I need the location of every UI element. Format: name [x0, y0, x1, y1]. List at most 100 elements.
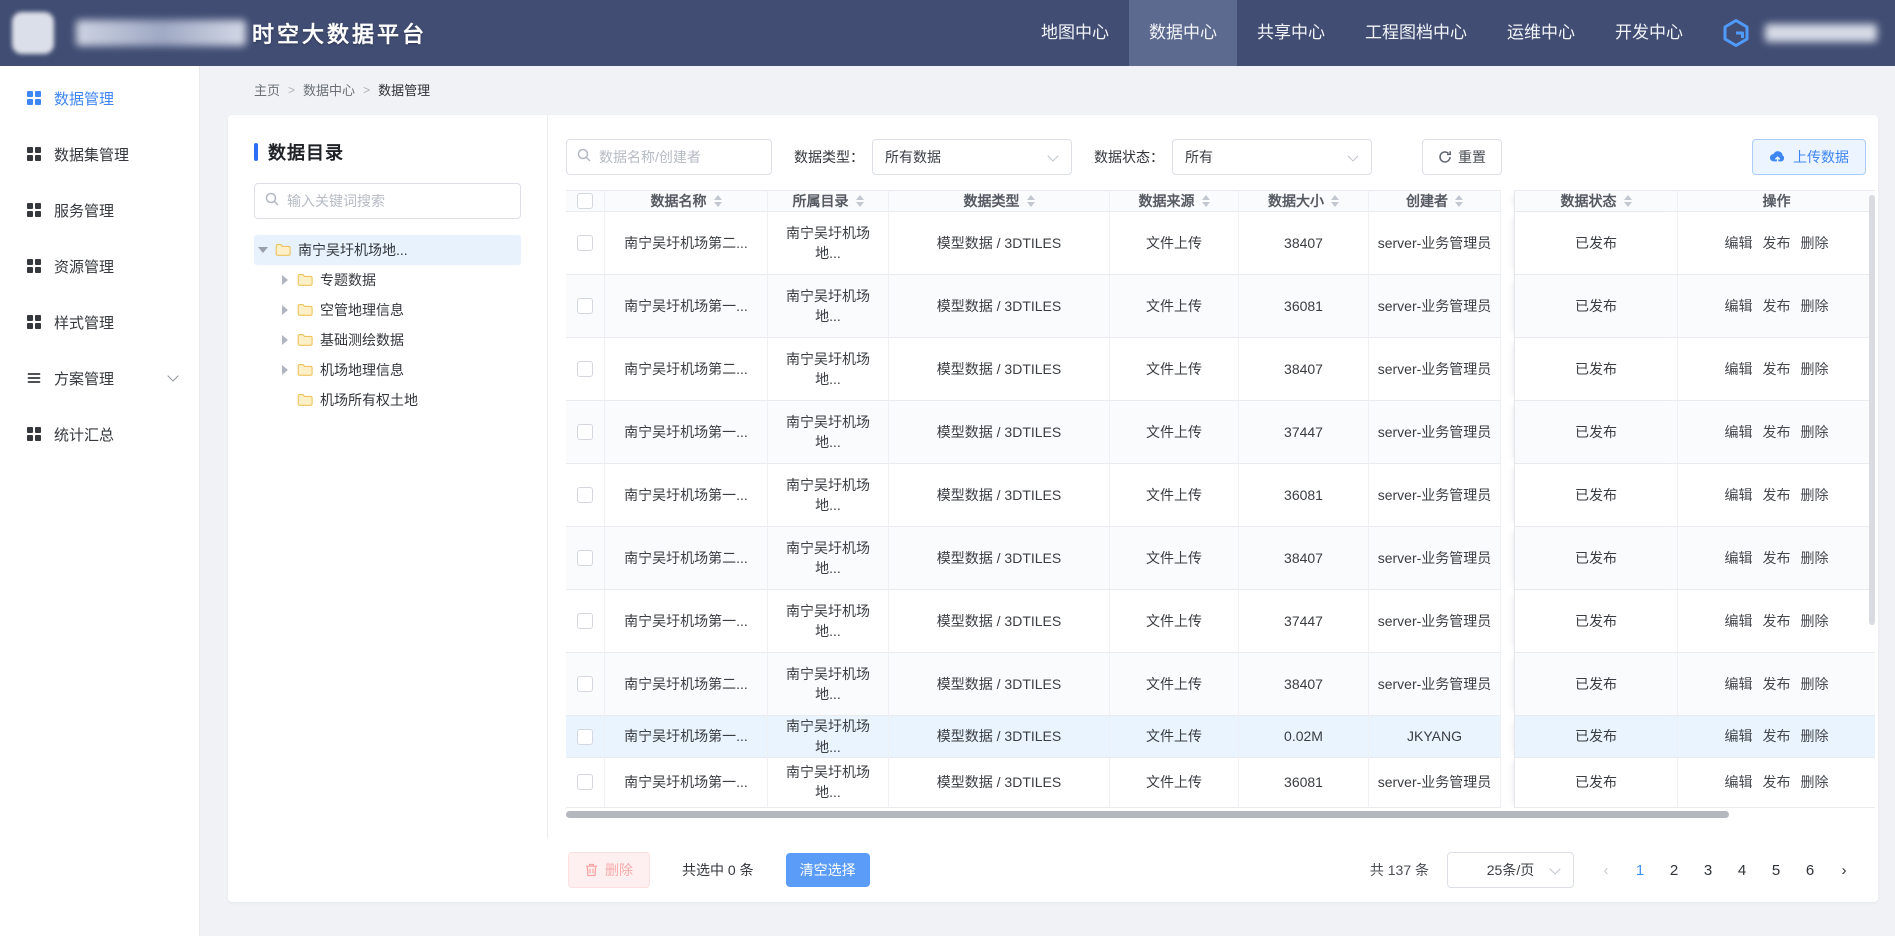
pager: ‹123456›: [1592, 855, 1858, 885]
action-delete[interactable]: 删除: [1801, 726, 1829, 746]
sidebar-item-4[interactable]: 资源管理: [0, 238, 199, 294]
row-checkbox[interactable]: [577, 550, 593, 566]
cell-type: 模型数据 / 3DTILES: [889, 338, 1110, 401]
sidebar-item-7[interactable]: 统计汇总: [0, 406, 199, 462]
data-status-select[interactable]: 所有: [1172, 139, 1372, 175]
nav-item-5[interactable]: 运维中心: [1487, 0, 1595, 66]
row-checkbox[interactable]: [577, 424, 593, 440]
row-checkbox[interactable]: [577, 676, 593, 692]
upload-data-button[interactable]: 上传数据: [1752, 139, 1866, 175]
column-header-2[interactable]: 所属目录: [768, 190, 889, 212]
page-size-select[interactable]: 25条/页: [1447, 852, 1574, 888]
nav-item-4[interactable]: 工程图档中心: [1345, 0, 1487, 66]
action-delete[interactable]: 删除: [1801, 296, 1829, 316]
tree-node-4[interactable]: 机场地理信息: [276, 355, 521, 385]
action-publish[interactable]: 发布: [1763, 233, 1791, 253]
row-checkbox[interactable]: [577, 235, 593, 251]
action-delete[interactable]: 删除: [1801, 359, 1829, 379]
action-edit[interactable]: 编辑: [1725, 548, 1753, 568]
row-checkbox[interactable]: [577, 361, 593, 377]
column-header-label: 创建者: [1406, 191, 1448, 211]
action-edit[interactable]: 编辑: [1725, 422, 1753, 442]
column-header-6[interactable]: 创建者: [1369, 190, 1501, 212]
username-redacted[interactable]: [1765, 24, 1877, 42]
action-edit[interactable]: 编辑: [1725, 359, 1753, 379]
row-checkbox[interactable]: [577, 729, 593, 745]
action-publish[interactable]: 发布: [1763, 726, 1791, 746]
page-button-6[interactable]: 6: [1796, 855, 1824, 885]
action-publish[interactable]: 发布: [1763, 422, 1791, 442]
action-edit[interactable]: 编辑: [1725, 726, 1753, 746]
action-delete[interactable]: 删除: [1801, 611, 1829, 631]
action-delete[interactable]: 删除: [1801, 485, 1829, 505]
page-button-1[interactable]: 1: [1626, 855, 1654, 885]
clear-selection-button[interactable]: 清空选择: [786, 853, 870, 887]
vertical-scrollbar[interactable]: [1869, 195, 1875, 625]
sidebar-item-6[interactable]: 方案管理: [0, 350, 199, 406]
row-checkbox[interactable]: [577, 487, 593, 503]
next-page-button[interactable]: ›: [1830, 855, 1858, 885]
action-edit[interactable]: 编辑: [1725, 233, 1753, 253]
sidebar-item-1[interactable]: 数据管理: [0, 70, 199, 126]
nav-item-3[interactable]: 共享中心: [1237, 0, 1345, 66]
delete-selected-button[interactable]: 删除: [568, 852, 650, 888]
tree-node-1[interactable]: 专题数据: [276, 265, 521, 295]
sidebar-item-2[interactable]: 数据集管理: [0, 126, 199, 182]
chevron-down-icon: [1549, 863, 1560, 874]
row-checkbox[interactable]: [577, 774, 593, 790]
sidebar-item-3[interactable]: 服务管理: [0, 182, 199, 238]
action-publish[interactable]: 发布: [1763, 772, 1791, 792]
breadcrumb-item-1[interactable]: 主页: [254, 80, 280, 99]
action-delete[interactable]: 删除: [1801, 772, 1829, 792]
cell-size: 37447: [1239, 401, 1369, 464]
folder-icon: [297, 363, 313, 377]
action-delete[interactable]: 删除: [1801, 233, 1829, 253]
action-publish[interactable]: 发布: [1763, 674, 1791, 694]
action-publish[interactable]: 发布: [1763, 296, 1791, 316]
action-publish[interactable]: 发布: [1763, 548, 1791, 568]
column-header-3[interactable]: 数据类型: [889, 190, 1110, 212]
nav-item-1[interactable]: 地图中心: [1021, 0, 1129, 66]
sidebar: 数据管理数据集管理服务管理资源管理样式管理方案管理统计汇总: [0, 66, 200, 936]
action-edit[interactable]: 编辑: [1725, 296, 1753, 316]
reset-button[interactable]: 重置: [1422, 139, 1502, 175]
action-delete[interactable]: 删除: [1801, 674, 1829, 694]
table-search-input[interactable]: [599, 149, 761, 165]
action-edit[interactable]: 编辑: [1725, 611, 1753, 631]
page-button-2[interactable]: 2: [1660, 855, 1688, 885]
fixed-column-gap: [1501, 338, 1514, 401]
tree-node-5[interactable]: 机场所有权土地: [276, 385, 521, 415]
column-header-7[interactable]: 数据状态: [1514, 190, 1678, 212]
catalog-search-input[interactable]: [287, 193, 510, 209]
action-edit[interactable]: 编辑: [1725, 772, 1753, 792]
data-type-select[interactable]: 所有数据: [872, 139, 1072, 175]
action-delete[interactable]: 删除: [1801, 548, 1829, 568]
column-header-4[interactable]: 数据来源: [1110, 190, 1239, 212]
page-button-4[interactable]: 4: [1728, 855, 1756, 885]
row-select-cell: [566, 716, 605, 758]
tree-node-3[interactable]: 基础测绘数据: [276, 325, 521, 355]
grid-icon: [26, 258, 42, 274]
action-edit[interactable]: 编辑: [1725, 674, 1753, 694]
prev-page-button[interactable]: ‹: [1592, 855, 1620, 885]
nav-item-6[interactable]: 开发中心: [1595, 0, 1703, 66]
row-checkbox[interactable]: [577, 298, 593, 314]
action-publish[interactable]: 发布: [1763, 359, 1791, 379]
nav-item-2[interactable]: 数据中心: [1129, 0, 1237, 66]
table-search-box: [566, 139, 772, 175]
breadcrumb-item-2[interactable]: 数据中心: [303, 80, 355, 99]
action-publish[interactable]: 发布: [1763, 611, 1791, 631]
page-button-3[interactable]: 3: [1694, 855, 1722, 885]
select-all-checkbox[interactable]: [577, 193, 593, 209]
column-header-5[interactable]: 数据大小: [1239, 190, 1369, 212]
column-header-1[interactable]: 数据名称: [605, 190, 768, 212]
action-publish[interactable]: 发布: [1763, 485, 1791, 505]
action-delete[interactable]: 删除: [1801, 422, 1829, 442]
action-edit[interactable]: 编辑: [1725, 485, 1753, 505]
page-button-5[interactable]: 5: [1762, 855, 1790, 885]
horizontal-scrollbar[interactable]: [566, 811, 1729, 818]
sidebar-item-5[interactable]: 样式管理: [0, 294, 199, 350]
row-checkbox[interactable]: [577, 613, 593, 629]
tree-node-root[interactable]: 南宁吴圩机场地...: [254, 235, 521, 265]
tree-node-2[interactable]: 空管地理信息: [276, 295, 521, 325]
